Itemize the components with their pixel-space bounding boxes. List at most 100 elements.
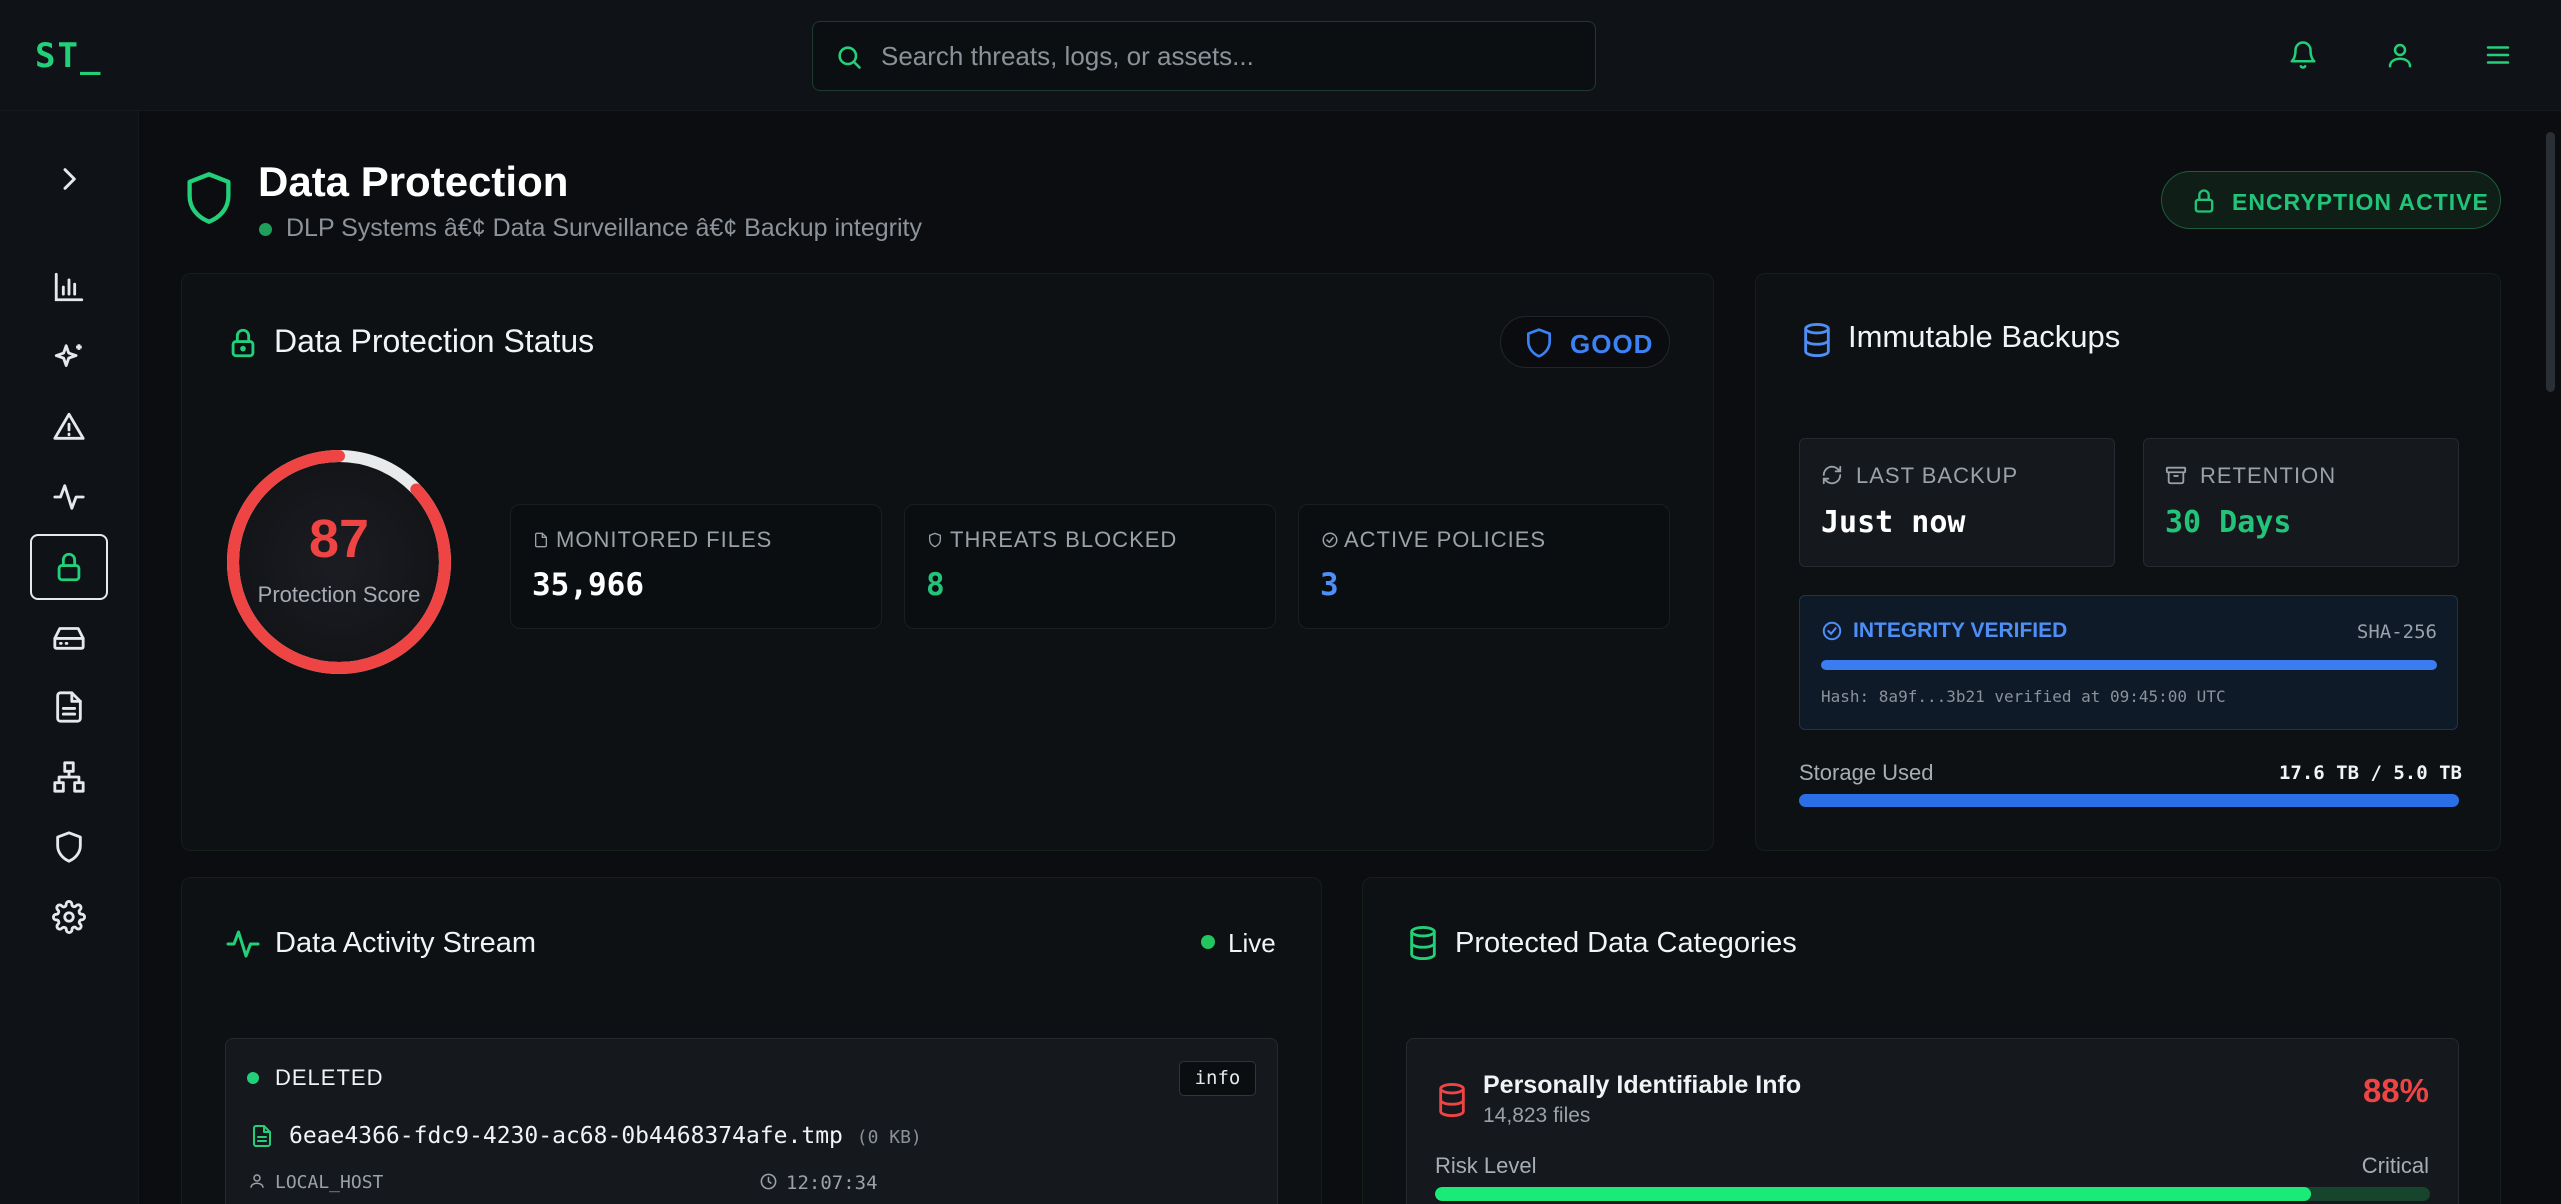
- stat-label: MONITORED FILES: [556, 527, 773, 552]
- event-file: 6eae4366-fdc9-4230-ac68-0b4468374afe.tmp…: [289, 1123, 922, 1149]
- risk-level-bar-fill: [1435, 1187, 2311, 1201]
- network-icon: [53, 761, 85, 793]
- live-indicator[interactable]: Live: [1228, 928, 1276, 959]
- event-file-name: 6eae4366-fdc9-4230-ac68-0b4468374afe.tmp: [289, 1123, 843, 1149]
- storage-value: 17.6 TB / 5.0 TB: [2278, 762, 2462, 784]
- integrity-title: INTEGRITY VERIFIED: [1853, 619, 2068, 642]
- status-dot: [259, 223, 272, 236]
- sidebar-item-analytics[interactable]: [31, 256, 107, 318]
- file-icon: [535, 532, 547, 548]
- protection-score-value: 87: [308, 509, 370, 569]
- hard-drive-icon: [53, 627, 85, 650]
- database-icon: [1410, 926, 1436, 961]
- stat-active-policies: ACTIVE POLICIES 3: [1298, 504, 1670, 629]
- bar-chart-icon: [54, 272, 84, 302]
- lock-icon: [2194, 189, 2214, 213]
- risk-level-label: Risk Level: [1435, 1153, 1537, 1178]
- retention-label: RETENTION: [2200, 463, 2337, 488]
- app-logo[interactable]: ST_: [35, 36, 102, 76]
- sidebar-item-security[interactable]: [31, 816, 107, 878]
- encryption-badge[interactable]: ENCRYPTION ACTIVE: [2161, 171, 2501, 229]
- check-circle-icon: [1322, 532, 1338, 548]
- event-time: 12:07:34: [786, 1172, 878, 1194]
- event-dot: [247, 1072, 259, 1084]
- backups-title: Immutable Backups: [1848, 319, 2121, 354]
- category-file-count: 14,823 files: [1483, 1104, 1591, 1127]
- event-host: LOCAL_HOST: [275, 1172, 384, 1193]
- file-text-icon: [253, 1125, 271, 1147]
- sidebar-item-activity[interactable]: [31, 466, 107, 528]
- user-icon[interactable]: [2385, 40, 2415, 70]
- sidebar-item-alerts[interactable]: [31, 396, 107, 458]
- activity-stream-title: Data Activity Stream: [275, 927, 537, 959]
- list-item[interactable]: DELETED info 6eae4366-fdc9-4230-ac68-0b4…: [225, 1038, 1278, 1204]
- search-box[interactable]: [812, 21, 1596, 91]
- shield-icon: [1527, 328, 1551, 358]
- sidebar: [0, 111, 139, 1204]
- category-percent: 88%: [2362, 1072, 2429, 1109]
- sidebar-item-network[interactable]: [31, 746, 107, 808]
- shield-icon: [56, 831, 82, 863]
- page-shield-icon: [187, 172, 231, 224]
- integrity-note: Hash: 8a9f...3b21 verified at 09:45:00 U…: [1821, 687, 2226, 706]
- page-title: Data Protection: [258, 158, 569, 205]
- lock-icon: [231, 328, 255, 358]
- refresh-icon: [1822, 465, 1842, 485]
- sidebar-item-reports[interactable]: [31, 676, 107, 738]
- risk-level-value: Critical: [2361, 1153, 2429, 1178]
- bell-icon[interactable]: [2288, 40, 2318, 70]
- sidebar-expand-button[interactable]: [31, 148, 107, 210]
- last-backup-label: LAST BACKUP: [1856, 463, 2019, 488]
- status-badge-label: GOOD: [1570, 329, 1654, 359]
- stat-monitored-files: MONITORED FILES 35,966: [510, 504, 882, 629]
- status-badge: GOOD: [1500, 316, 1670, 368]
- risk-level-bar: [1435, 1187, 2430, 1201]
- list-item[interactable]: Personally Identifiable Info 14,823 file…: [1406, 1038, 2459, 1204]
- event-type: DELETED: [275, 1065, 384, 1090]
- sidebar-item-data-protection[interactable]: [30, 534, 108, 600]
- stat-label: ACTIVE POLICIES: [1344, 527, 1547, 552]
- stat-threats-blocked: THREATS BLOCKED 8: [904, 504, 1276, 629]
- sidebar-item-ai[interactable]: [31, 326, 107, 388]
- stat-value: 35,966: [532, 567, 644, 603]
- shield-icon: [929, 532, 941, 548]
- stat-value: 3: [1320, 567, 1339, 603]
- activity-icon: [226, 930, 260, 958]
- database-icon: [1439, 1082, 1465, 1118]
- sidebar-item-settings[interactable]: [31, 886, 107, 948]
- retention-box: RETENTION 30 Days: [2143, 438, 2459, 567]
- live-indicator-dot: [1201, 935, 1215, 949]
- last-backup-box: LAST BACKUP Just now: [1799, 438, 2115, 567]
- menu-icon[interactable]: [2483, 40, 2513, 70]
- alert-triangle-icon: [53, 412, 85, 440]
- stat-label: THREATS BLOCKED: [950, 527, 1178, 552]
- last-backup-value: Just now: [1821, 505, 1966, 540]
- page-subtitle: DLP Systems â€¢ Data Surveillance â€¢ Ba…: [286, 214, 922, 242]
- stat-value: 8: [926, 567, 945, 603]
- check-circle-icon: [1822, 621, 1842, 641]
- database-icon: [1804, 322, 1830, 358]
- lock-icon: [57, 552, 81, 582]
- chevron-right-icon: [63, 168, 76, 190]
- retention-value: 30 Days: [2165, 505, 2292, 540]
- archive-icon: [2165, 466, 2187, 485]
- protection-status-title: Data Protection Status: [274, 323, 595, 359]
- category-name: Personally Identifiable Info: [1483, 1071, 1802, 1099]
- activity-icon: [53, 484, 85, 510]
- gear-icon: [52, 900, 86, 934]
- file-text-icon: [56, 691, 82, 723]
- user-icon: [250, 1174, 264, 1188]
- storage-label: Storage Used: [1799, 760, 1934, 785]
- integrity-progress-bar: [1821, 660, 2437, 670]
- data-categories-title: Protected Data Categories: [1455, 927, 1797, 959]
- encryption-badge-label: ENCRYPTION ACTIVE: [2232, 189, 2489, 215]
- integrity-algorithm: SHA-256: [2356, 621, 2437, 643]
- sparkles-icon: [54, 344, 82, 367]
- page-scrollbar[interactable]: [2546, 132, 2555, 392]
- event-severity-badge: info: [1179, 1061, 1256, 1096]
- search-input[interactable]: [881, 22, 1581, 90]
- search-icon: [838, 46, 861, 69]
- storage-progress-bar: [1799, 794, 2459, 807]
- sidebar-item-storage[interactable]: [31, 606, 107, 668]
- integrity-panel: INTEGRITY VERIFIED SHA-256 Hash: 8a9f...…: [1799, 595, 2458, 730]
